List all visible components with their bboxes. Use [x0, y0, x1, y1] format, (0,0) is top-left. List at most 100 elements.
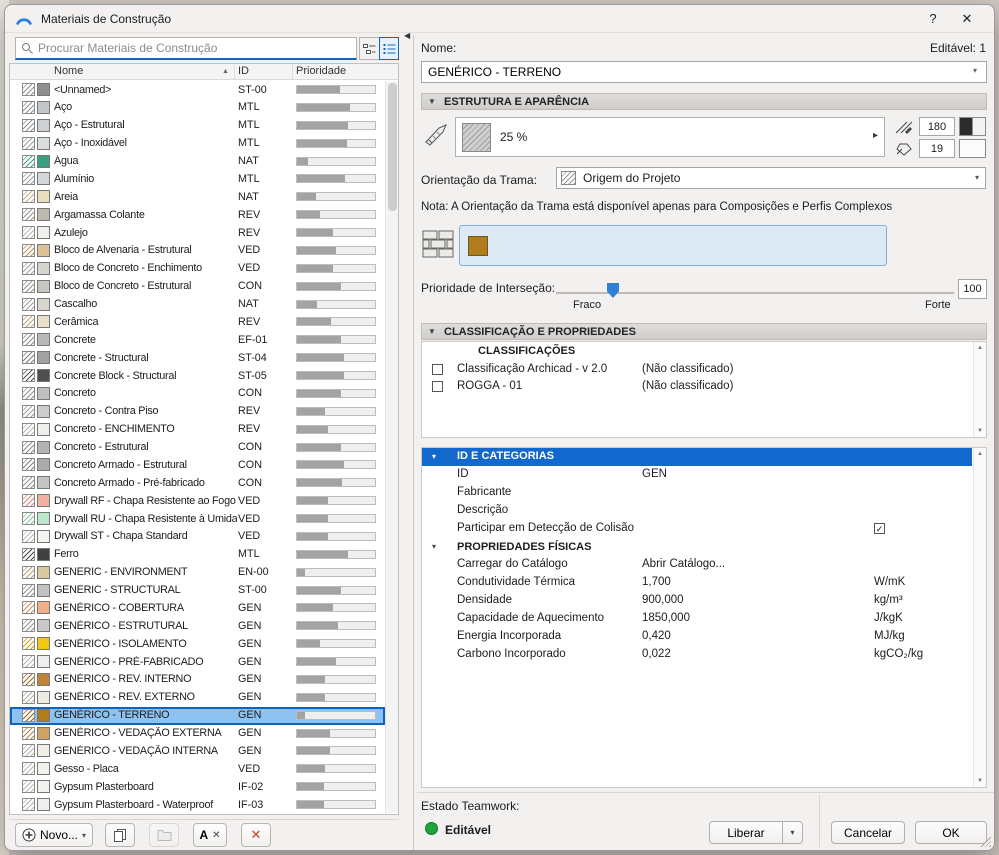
- list-item[interactable]: Concreto - Contra Piso REV: [10, 403, 385, 421]
- collapse-panel-icon[interactable]: ◀: [404, 31, 410, 40]
- intersection-slider-thumb[interactable]: [607, 283, 619, 298]
- list-scrollbar-thumb[interactable]: [388, 83, 397, 211]
- orientation-dropdown[interactable]: Origem do Projeto ▾: [556, 167, 986, 189]
- column-divider[interactable]: [292, 64, 293, 80]
- list-item[interactable]: <Unnamed> ST-00: [10, 81, 385, 99]
- list-item[interactable]: Gypsum Plasterboard IF-02: [10, 778, 385, 796]
- list-item[interactable]: GENÉRICO - PRÉ-FABRICADO GEN: [10, 653, 385, 671]
- cancel-button[interactable]: Cancelar: [831, 821, 905, 844]
- help-button[interactable]: ?: [916, 11, 950, 26]
- list-item[interactable]: Bloco de Concreto - Estrutural CON: [10, 278, 385, 296]
- collision-checkbox[interactable]: ✓: [874, 523, 885, 534]
- background-pen-field[interactable]: 19: [919, 139, 955, 158]
- search-input[interactable]: [38, 41, 351, 55]
- release-button[interactable]: Liberar: [709, 821, 783, 844]
- list-item[interactable]: Alumínio MTL: [10, 170, 385, 188]
- column-id[interactable]: ID: [238, 65, 249, 77]
- background-pen-color-swatch[interactable]: [959, 139, 986, 158]
- classification-checkbox[interactable]: [432, 364, 443, 375]
- name-dropdown-icon[interactable]: ▾: [973, 66, 977, 75]
- list-item[interactable]: Drywall RU - Chapa Resistente à Umidade V…: [10, 510, 385, 528]
- column-nome[interactable]: Nome: [54, 65, 83, 77]
- classification-checkbox[interactable]: [432, 381, 443, 392]
- list-item[interactable]: Gypsum Plasterboard - Waterproof IF-03: [10, 796, 385, 814]
- list-item[interactable]: GENÉRICO - VEDAÇÃO EXTERNA GEN: [10, 725, 385, 743]
- property-row[interactable]: Fabricante: [422, 484, 972, 502]
- search-box[interactable]: [15, 37, 357, 60]
- list-item[interactable]: Concreto Armado - Estrutural CON: [10, 456, 385, 474]
- scroll-down-icon[interactable]: ▼: [977, 428, 983, 434]
- list-item[interactable]: Bloco de Alvenaria - Estrutural VED: [10, 242, 385, 260]
- list-item[interactable]: Drywall RF - Chapa Resistente ao Fogo VED: [10, 492, 385, 510]
- list-item[interactable]: GENÉRICO - TERRENO GEN: [10, 706, 385, 725]
- list-item[interactable]: GENERIC - STRUCTURAL ST-00: [10, 582, 385, 600]
- section-classification-properties[interactable]: ▼ CLASSIFICAÇÃO E PROPRIEDADES: [421, 323, 987, 340]
- property-row[interactable]: Descrição: [422, 502, 972, 520]
- delete-material-button[interactable]: ✕: [241, 823, 271, 847]
- list-item[interactable]: GENÉRICO - VEDAÇÃO INTERNA GEN: [10, 742, 385, 760]
- id-categories-header[interactable]: ▾ ID E CATEGORIAS: [422, 448, 972, 466]
- new-folder-button[interactable]: [149, 823, 179, 847]
- scroll-up-icon[interactable]: ▲: [977, 345, 983, 351]
- list-item[interactable]: Cascalho NAT: [10, 296, 385, 314]
- list-item[interactable]: Concrete Block - Structural ST-05: [10, 367, 385, 385]
- list-item[interactable]: Concreto CON: [10, 385, 385, 403]
- list-item[interactable]: Gesso - Placa VED: [10, 760, 385, 778]
- classifications-scrollbar[interactable]: ▲ ▼: [973, 342, 986, 437]
- section-structure-appearance[interactable]: ▼ ESTRUTURA E APARÊNCIA: [421, 93, 987, 110]
- scroll-up-icon[interactable]: ▲: [977, 451, 983, 457]
- classification-row[interactable]: ROGGA - 01 (Não classificado): [422, 379, 972, 396]
- list-item[interactable]: Aço - Inoxidável MTL: [10, 135, 385, 153]
- surface-color-swatch[interactable]: [468, 236, 488, 256]
- surface-preview[interactable]: [459, 225, 887, 266]
- column-prioridade[interactable]: Prioridade: [296, 65, 346, 77]
- list-item[interactable]: Azulejo REV: [10, 224, 385, 242]
- list-item[interactable]: Concreto - ENCHIMENTO REV: [10, 421, 385, 439]
- list-item[interactable]: GENERIC - ENVIRONMENT EN-00: [10, 564, 385, 582]
- list-item[interactable]: GENÉRICO - ESTRUTURAL GEN: [10, 617, 385, 635]
- classification-row[interactable]: Classificação Archicad - v 2.0 (Não class…: [422, 362, 972, 379]
- new-material-button[interactable]: Novo... ▾: [15, 823, 93, 847]
- fill-pen-color-swatch[interactable]: [959, 117, 986, 136]
- properties-scrollbar[interactable]: ▲ ▼: [973, 448, 986, 787]
- column-divider[interactable]: [234, 64, 235, 80]
- list-header[interactable]: Nome ▲ ID Prioridade: [10, 64, 398, 80]
- list-item[interactable]: Concreto - Estrutural CON: [10, 439, 385, 457]
- property-row[interactable]: Carbono Incorporado 0,022 kgCO₂/kg: [422, 646, 972, 664]
- property-row[interactable]: ▾ PROPRIEDADES FÍSICAS: [422, 538, 972, 556]
- property-row[interactable]: Capacidade de Aquecimento 1850,000 J/kgK: [422, 610, 972, 628]
- list-item[interactable]: Aço MTL: [10, 99, 385, 117]
- list-item[interactable]: Ferro MTL: [10, 546, 385, 564]
- list-item[interactable]: Aço - Estrutural MTL: [10, 117, 385, 135]
- release-dropdown-button[interactable]: ▾: [782, 821, 803, 844]
- title-bar[interactable]: Materiais de Construção ? ✕: [5, 5, 994, 33]
- property-row[interactable]: Energia Incorporada 0,420 MJ/kg: [422, 628, 972, 646]
- list-item[interactable]: Concreto Armado - Pré-fabricado CON: [10, 474, 385, 492]
- property-row[interactable]: Condutividade Térmica 1,700 W/mK: [422, 574, 972, 592]
- list-item[interactable]: Drywall ST - Chapa Standard VED: [10, 528, 385, 546]
- list-item[interactable]: Concrete - Structural ST-04: [10, 349, 385, 367]
- list-item[interactable]: GENÉRICO - REV. INTERNO GEN: [10, 671, 385, 689]
- list-view-button[interactable]: [379, 37, 399, 60]
- list-item[interactable]: GENÉRICO - REV. EXTERNO GEN: [10, 689, 385, 707]
- list-item[interactable]: GENÉRICO - ISOLAMENTO GEN: [10, 635, 385, 653]
- ok-button[interactable]: OK: [915, 821, 987, 844]
- property-row[interactable]: Carregar do Catálogo Abrir Catálogo...: [422, 556, 972, 574]
- list-scrollbar[interactable]: [385, 81, 398, 813]
- property-row[interactable]: ID GEN: [422, 466, 972, 484]
- list-item[interactable]: Água NAT: [10, 153, 385, 171]
- list-item[interactable]: GENÉRICO - COBERTURA GEN: [10, 599, 385, 617]
- property-row[interactable]: Densidade 900,000 kg/m³: [422, 592, 972, 610]
- list-item[interactable]: Areia NAT: [10, 188, 385, 206]
- fill-pen-field[interactable]: 180: [919, 117, 955, 136]
- scroll-down-icon[interactable]: ▼: [977, 778, 983, 784]
- tree-view-button[interactable]: [359, 37, 379, 60]
- cut-fill-selector[interactable]: 25 % ▸: [455, 117, 885, 157]
- property-row[interactable]: Participar em Detecção de Colisão ✓: [422, 520, 972, 538]
- duplicate-material-button[interactable]: [105, 823, 135, 847]
- close-button[interactable]: ✕: [950, 11, 984, 27]
- delete-unused-button[interactable]: A ✕: [193, 823, 227, 847]
- list-item[interactable]: Concrete EF-01: [10, 331, 385, 349]
- section-collapse-icon[interactable]: ▼: [428, 327, 436, 336]
- list-item[interactable]: Bloco de Concreto - Enchimento VED: [10, 260, 385, 278]
